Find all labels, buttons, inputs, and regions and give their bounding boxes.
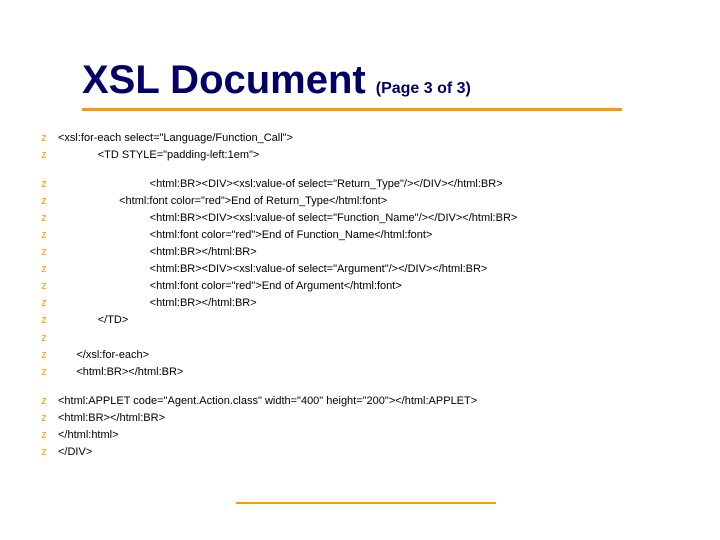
code-line: z <html:BR></html:BR>: [30, 295, 517, 312]
code-text: <xsl:for-each select="Language/Function_…: [58, 130, 293, 147]
bullet-icon: z: [30, 193, 58, 210]
code-text: <html:BR><DIV><xsl:value-of select="Argu…: [58, 261, 487, 278]
code-line: z <html:font color="red">End of Return_T…: [30, 193, 517, 210]
code-line: z: [30, 330, 517, 347]
code-line: z </xsl:for-each>: [30, 347, 517, 364]
bullet-icon: z: [30, 410, 58, 427]
code-text: <html:font color="red">End of Function_N…: [58, 227, 432, 244]
page-indicator: (Page 3 of 3): [376, 80, 471, 98]
code-line: z <TD STYLE="padding-left:1em">: [30, 147, 517, 164]
code-text: </TD>: [58, 312, 128, 329]
bullet-icon: z: [30, 393, 58, 410]
code-text: <html:BR></html:BR>: [58, 295, 257, 312]
bullet-icon: z: [30, 295, 58, 312]
code-text: [58, 330, 61, 347]
bullet-icon: z: [30, 330, 58, 347]
code-line: z <html:BR></html:BR>: [30, 364, 517, 381]
code-text: <html:BR></html:BR>: [58, 244, 257, 261]
code-text: <html:BR><DIV><xsl:value-of select="Func…: [58, 210, 517, 227]
footer-line: [236, 502, 496, 504]
bullet-icon: z: [30, 130, 58, 147]
code-line: z</html:html>: [30, 427, 517, 444]
code-line: z <html:font color="red">End of Function…: [30, 227, 517, 244]
title-underline: [82, 108, 622, 111]
bullet-icon: z: [30, 261, 58, 278]
bullet-icon: z: [30, 444, 58, 461]
bullet-icon: z: [30, 312, 58, 329]
code-text: <html:APPLET code="Agent.Action.class" w…: [58, 393, 477, 410]
code-line: z <html:BR><DIV><xsl:value-of select="Re…: [30, 176, 517, 193]
code-text: </xsl:for-each>: [58, 347, 149, 364]
bullet-icon: z: [30, 227, 58, 244]
code-text: </html:html>: [58, 427, 119, 444]
bullet-icon: z: [30, 210, 58, 227]
code-line: z </TD>: [30, 312, 517, 329]
code-text: <html:font color="red">End of Return_Typ…: [58, 193, 387, 210]
code-line: z <html:BR><DIV><xsl:value-of select="Fu…: [30, 210, 517, 227]
code-line: z <html:BR></html:BR>: [30, 244, 517, 261]
code-listing: z<xsl:for-each select="Language/Function…: [30, 130, 517, 461]
code-line: z <html:font color="red">End of Argument…: [30, 278, 517, 295]
bullet-icon: z: [30, 147, 58, 164]
code-text: <html:BR></html:BR>: [58, 364, 183, 381]
bullet-icon: z: [30, 347, 58, 364]
bullet-icon: z: [30, 364, 58, 381]
page-title: XSL Document: [82, 58, 366, 103]
code-line: z <html:BR><DIV><xsl:value-of select="Ar…: [30, 261, 517, 278]
code-text: <html:font color="red">End of Argument</…: [58, 278, 402, 295]
code-line: z<html:BR></html:BR>: [30, 410, 517, 427]
code-text: </DIV>: [58, 444, 92, 461]
bullet-icon: z: [30, 278, 58, 295]
code-line: z<xsl:for-each select="Language/Function…: [30, 130, 517, 147]
code-text: <TD STYLE="padding-left:1em">: [58, 147, 259, 164]
code-text: <html:BR></html:BR>: [58, 410, 165, 427]
code-text: <html:BR><DIV><xsl:value-of select="Retu…: [58, 176, 503, 193]
bullet-icon: z: [30, 176, 58, 193]
bullet-icon: z: [30, 427, 58, 444]
bullet-icon: z: [30, 244, 58, 261]
code-line: z<html:APPLET code="Agent.Action.class" …: [30, 393, 517, 410]
code-line: z</DIV>: [30, 444, 517, 461]
